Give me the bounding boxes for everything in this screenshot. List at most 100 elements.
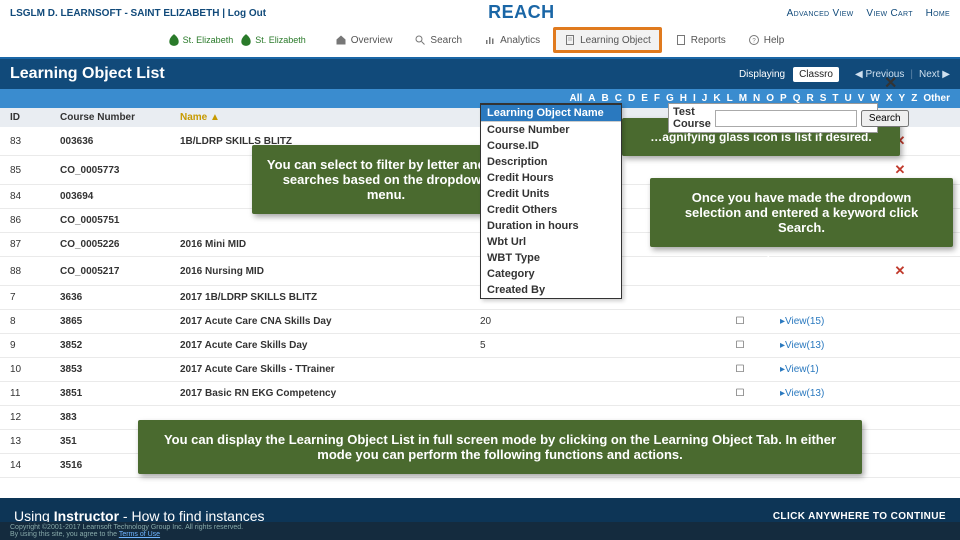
top-links: Advanced View View Cart Home [777,8,950,19]
close-icon[interactable]: ✕ [884,73,897,93]
tab-analytics-label: Analytics [500,35,540,46]
alpha-e[interactable]: E [641,93,648,104]
dropdown-item[interactable]: Course.ID [481,138,621,154]
fineprint: Copyright ©2001-2017 Learnsoft Technolog… [0,522,960,540]
pager: ◀ Previous | Next ▶ [855,69,950,80]
cell-id: 10 [10,364,60,375]
table-row[interactable]: 1138512017 Basic RN EKG Competency☐▸View… [0,382,960,406]
tab-overview[interactable]: Overview [326,27,402,53]
dropdown-item[interactable]: Description [481,154,621,170]
dropdown-item[interactable]: Credit Others [481,202,621,218]
view-link[interactable]: ▸View(15) [780,316,870,327]
cell-id: 86 [10,215,60,226]
cell-name: 2016 Mini MID [180,239,480,250]
cell-course-number: CO_0005217 [60,266,180,277]
search-field-dropdown[interactable]: Learning Object NameCourse NumberCourse.… [480,103,622,299]
callout-search: Once you have made the dropdown selectio… [650,178,953,247]
bars-icon [484,34,496,46]
tab-reports-label: Reports [691,35,726,46]
cell-course-number: CO_0005226 [60,239,180,250]
cell-class-icon[interactable]: ☐ [700,364,780,375]
dropdown-item[interactable]: Credit Units [481,186,621,202]
alpha-z[interactable]: Z [911,93,917,104]
cell-course-number: CO_0005773 [60,165,180,176]
cell-class-icon[interactable]: ☐ [700,340,780,351]
brand-name: REACH [488,2,555,23]
col-course-number[interactable]: Course Number [60,112,180,123]
alpha-y[interactable]: Y [899,93,906,104]
displaying-label: Displaying [739,69,785,80]
tab-search-label: Search [430,35,462,46]
callout-instances: instances. [732,242,860,280]
cell-id: 88 [10,266,60,277]
dropdown-item[interactable]: Credit Hours [481,170,621,186]
pager-next[interactable]: Next ▶ [919,69,950,80]
cell-c4: 20 [480,316,590,327]
cell-course-number: 3852 [60,340,180,351]
tab-help-label: Help [764,35,785,46]
delete-icon[interactable]: ✕ [870,263,930,279]
col-id[interactable]: ID [10,112,60,123]
cell-id: 83 [10,136,60,147]
search-button[interactable]: Search [861,110,909,127]
search-input[interactable] [715,110,857,127]
cell-id: 87 [10,239,60,250]
cell-id: 12 [10,412,60,423]
cell-id: 14 [10,460,60,471]
dropdown-item[interactable]: WBT Type [481,250,621,266]
alpha-other[interactable]: Other [923,93,950,104]
tab-analytics[interactable]: Analytics [475,27,549,53]
cell-name: 2016 Nursing MID [180,266,480,277]
cell-c4: 5 [480,340,590,351]
dropdown-item[interactable]: Duration in hours [481,218,621,234]
view-link[interactable]: ▸View(13) [780,388,870,399]
report-icon [675,34,687,46]
search-panel-label: Test Course [673,106,711,130]
alpha-x[interactable]: X [886,93,893,104]
view-cart-link[interactable]: View Cart [866,8,912,19]
view-link[interactable]: ▸View(13) [780,340,870,351]
dropdown-item[interactable]: Learning Object Name [481,105,621,121]
cell-name: 2017 Acute Care Skills - TTrainer [180,364,480,375]
cell-id: 84 [10,191,60,202]
home-link[interactable]: Home [926,8,950,19]
col-name[interactable]: Name ▲ [180,112,480,123]
leaf-icon [239,33,253,47]
alpha-d[interactable]: D [628,93,635,104]
tab-learning-object[interactable]: Learning Object [553,27,662,53]
tab-reports[interactable]: Reports [666,27,735,53]
dropdown-item[interactable]: Category [481,266,621,282]
cell-name: 2017 Basic RN EKG Competency [180,388,480,399]
tab-overview-label: Overview [351,35,393,46]
dropdown-item[interactable]: Wbt Url [481,234,621,250]
cell-course-number: 3636 [60,292,180,303]
cell-name: 2017 Acute Care CNA Skills Day [180,316,480,327]
delete-icon[interactable]: ✕ [870,162,930,178]
tab-help[interactable]: ? Help [739,27,794,53]
tab-search[interactable]: Search [405,27,471,53]
click-to-continue[interactable]: CLICK ANYWHERE TO CONTINUE [773,511,946,522]
terms-link[interactable]: Terms of Use [119,531,160,538]
session-user-line: LSGLM D. LEARNSOFT - SAINT ELIZABETH | L… [10,8,266,19]
logo-1: St. Elizabeth [167,33,234,47]
nav-tabs: Overview Search Analytics Learning Objec… [326,27,794,53]
cell-class-icon[interactable]: ☐ [700,388,780,399]
displaying-value[interactable]: Classro [793,67,839,82]
dropdown-item[interactable]: Course Number [481,122,621,138]
search-icon [414,34,426,46]
dropdown-item[interactable]: Created By [481,282,621,298]
view-link[interactable]: ▸View(1) [780,364,870,375]
table-row[interactable]: 938522017 Acute Care Skills Day5☐▸View(1… [0,334,960,358]
table-row[interactable]: 1038532017 Acute Care Skills - TTrainer☐… [0,358,960,382]
table-row[interactable]: 838652017 Acute Care CNA Skills Day20☐▸V… [0,310,960,334]
logo-2: St. Elizabeth [239,33,306,47]
cell-id: 85 [10,165,60,176]
alpha-f[interactable]: F [654,93,660,104]
cell-id: 9 [10,340,60,351]
cell-id: 13 [10,436,60,447]
cell-class-icon[interactable]: ☐ [700,316,780,327]
help-icon: ? [748,34,760,46]
advanced-view-link[interactable]: Advanced View [787,8,854,19]
cell-course-number: 3851 [60,388,180,399]
tab-learning-object-label: Learning Object [580,35,651,46]
